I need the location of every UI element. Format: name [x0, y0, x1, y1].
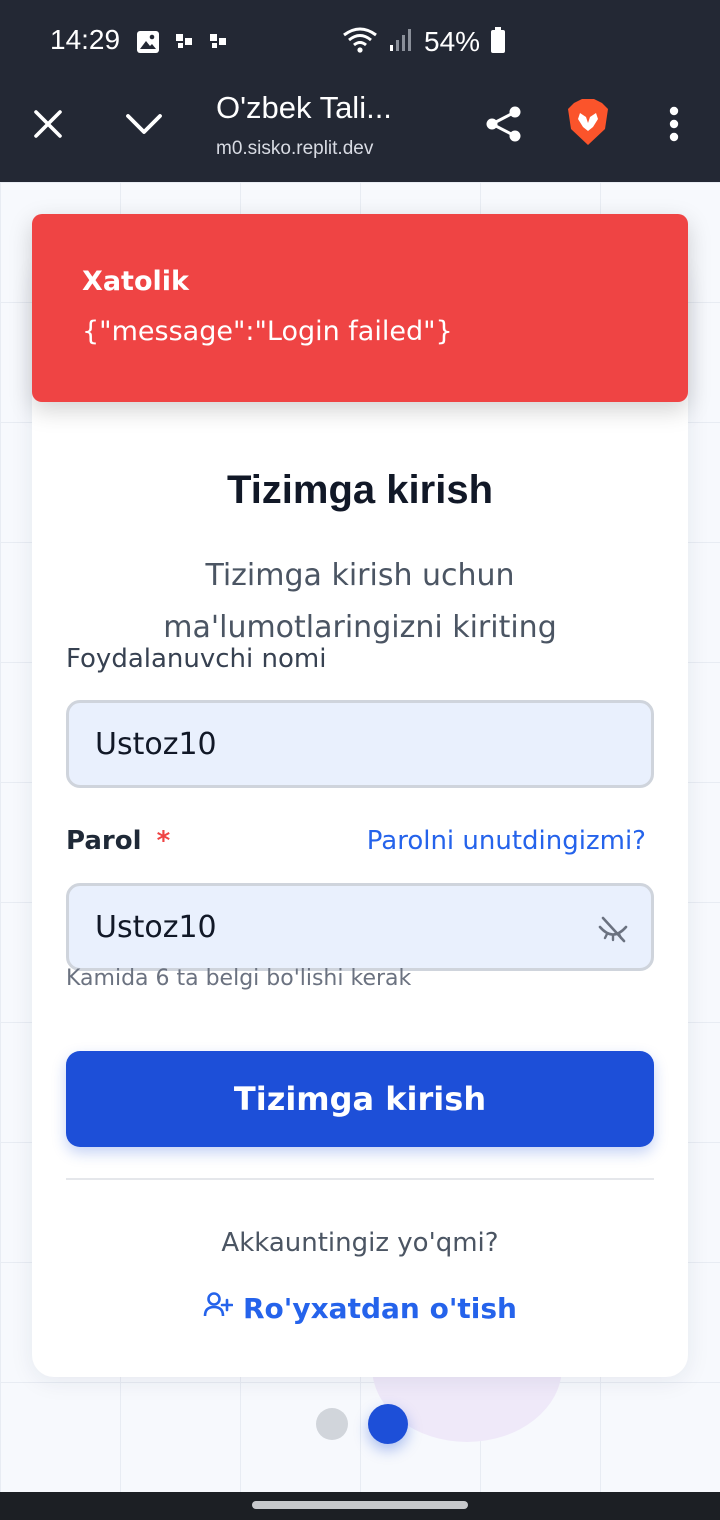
- more-options-button[interactable]: [646, 98, 702, 154]
- close-tab-button[interactable]: [20, 98, 76, 154]
- signal-icon: [388, 27, 414, 57]
- status-notification-icons: [136, 30, 228, 58]
- notification-icon: [208, 32, 228, 56]
- user-plus-icon: [203, 1290, 234, 1327]
- password-hint: Kamida 6 ta belgi bo'lishi kerak: [66, 966, 412, 991]
- toast-message: {"message":"Login failed"}: [82, 316, 453, 347]
- eye-off-icon[interactable]: [597, 914, 629, 946]
- login-card: Tizimga kirish Tizimga kirish uchun ma'l…: [32, 262, 688, 1377]
- share-button[interactable]: [476, 98, 532, 154]
- brave-shields-button[interactable]: [560, 96, 616, 152]
- register-link-text: Ro'yxatdan o'tish: [243, 1292, 517, 1325]
- no-account-text: Akkauntingiz yo'qmi?: [221, 1228, 499, 1258]
- chevron-down-icon: [125, 112, 163, 140]
- forgot-password-link[interactable]: Parolni unutdingizmi?: [367, 826, 646, 856]
- password-label-text: Parol: [66, 826, 142, 856]
- browser-toolbar: O'zbek Tali... m0.sisko.replit.dev: [0, 82, 720, 182]
- page-title: O'zbek Tali...: [216, 90, 392, 125]
- brave-lion-icon: [566, 97, 610, 151]
- password-label: Parol *: [66, 826, 170, 856]
- more-vert-icon: [668, 106, 680, 146]
- status-system-icons: 54%: [342, 26, 506, 58]
- error-toast: Xatolik {"message":"Login failed"}: [32, 214, 688, 402]
- register-link[interactable]: Ro'yxatdan o'tish: [32, 1290, 688, 1327]
- password-value: Ustoz10: [95, 909, 217, 945]
- battery-percent: 54%: [424, 26, 481, 57]
- username-label: Foydalanuvchi nomi: [66, 644, 327, 674]
- image-icon: [136, 30, 160, 58]
- username-value: Ustoz10: [95, 726, 217, 762]
- login-subtitle: Tizimga kirish uchun ma'lumotlaringizni …: [163, 558, 557, 645]
- share-icon: [484, 104, 524, 148]
- pagination-dot-active[interactable]: [368, 1404, 408, 1444]
- page-content: Tizimga kirish Tizimga kirish uchun ma'l…: [0, 182, 720, 1492]
- system-nav-bar: [0, 1492, 720, 1520]
- required-mark: *: [156, 826, 171, 856]
- battery-icon: [490, 26, 506, 58]
- minimize-button[interactable]: [116, 98, 172, 154]
- login-title: Tizimga kirish: [226, 468, 493, 512]
- username-input[interactable]: Ustoz10: [66, 700, 654, 788]
- divider: [66, 1178, 654, 1180]
- status-bar: 14:29 54%: [0, 0, 720, 82]
- pagination-dot[interactable]: [316, 1408, 348, 1440]
- login-submit-button[interactable]: Tizimga kirish: [66, 1051, 654, 1147]
- status-time: 14:29: [50, 24, 121, 55]
- toast-title: Xatolik: [82, 266, 189, 297]
- home-gesture-bar[interactable]: [252, 1501, 468, 1509]
- wifi-icon: [342, 26, 378, 58]
- password-input[interactable]: Ustoz10: [66, 883, 654, 971]
- page-url: m0.sisko.replit.dev: [216, 138, 374, 159]
- notification-icon: [174, 32, 194, 56]
- close-icon: [32, 108, 64, 144]
